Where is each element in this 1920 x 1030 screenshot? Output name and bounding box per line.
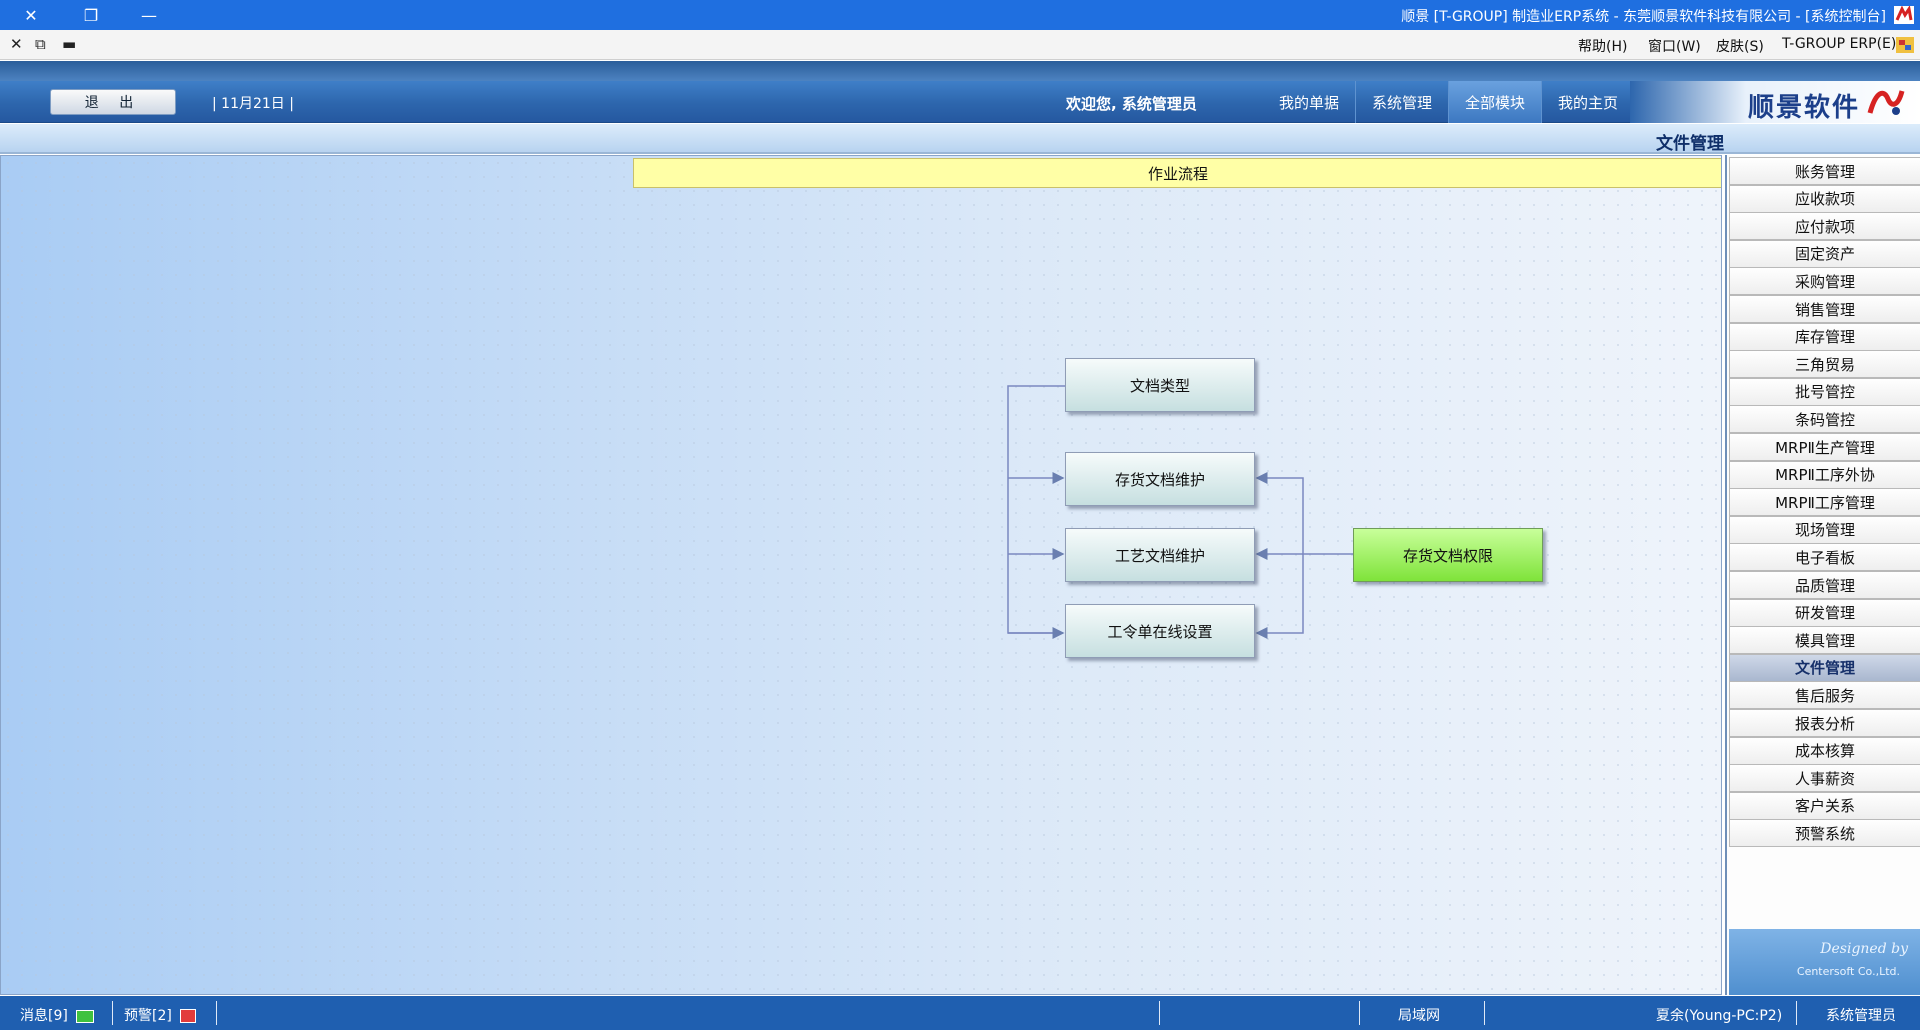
mdi-minimize-icon[interactable]: ▬ bbox=[62, 35, 76, 53]
menu-help[interactable]: 帮助(H) bbox=[1578, 36, 1627, 56]
date-value: 11月21日 bbox=[221, 96, 285, 112]
module-menu-item[interactable]: 现场管理 bbox=[1729, 515, 1920, 544]
node-stock-doc-permission[interactable]: 存货文档权限 bbox=[1353, 528, 1543, 582]
tab-all-modules[interactable]: 全部模块 bbox=[1449, 81, 1542, 123]
menu-bar: ✕ ⧉ ▬ 帮助(H) 窗口(W) 皮肤(S) T-GROUP ERP(E) bbox=[0, 30, 1920, 60]
module-menu-item[interactable]: 客户关系 bbox=[1729, 791, 1920, 820]
user-status: 系统管理员 bbox=[1826, 1008, 1896, 1024]
module-menu-item[interactable]: 售后服务 bbox=[1729, 681, 1920, 710]
status-separator bbox=[1796, 1001, 1797, 1025]
menu-skin[interactable]: 皮肤(S) bbox=[1716, 36, 1764, 56]
node-stock-doc-maintenance[interactable]: 存货文档维护 bbox=[1065, 452, 1255, 506]
module-menu-item[interactable]: 研发管理 bbox=[1729, 598, 1920, 627]
brand-logo: 顺景软件 bbox=[1630, 81, 1920, 123]
module-menu-item[interactable]: 库存管理 bbox=[1729, 322, 1920, 351]
tab-system-management[interactable]: 系统管理 bbox=[1356, 81, 1449, 123]
module-menu-item[interactable]: 销售管理 bbox=[1729, 295, 1920, 323]
restore-window-icon[interactable]: ❐ bbox=[68, 0, 114, 30]
tab-my-homepage[interactable]: 我的主页 bbox=[1542, 81, 1635, 123]
section-title: 文件管理 bbox=[1656, 134, 1724, 154]
module-menu-item[interactable]: 采购管理 bbox=[1729, 267, 1920, 296]
status-separator bbox=[1484, 1001, 1485, 1025]
section-title-bar: 文件管理 bbox=[0, 124, 1920, 154]
workflow-canvas: 作业流程 文档类型 存货文档维护 工艺文档维护 工令单在线设置 存货文档权限 bbox=[0, 155, 1722, 995]
header-strip bbox=[0, 61, 1920, 81]
module-menu-item[interactable]: 批号管控 bbox=[1729, 377, 1920, 406]
alerts-text: 预警[2] bbox=[124, 1008, 172, 1024]
node-process-doc-maintenance[interactable]: 工艺文档维护 bbox=[1065, 528, 1255, 582]
title-bar: ✕ ❐ — 顺景 [T-GROUP] 制造业ERP系统 - 东莞顺景软件科技有限… bbox=[0, 0, 1920, 30]
alert-icon bbox=[180, 1009, 197, 1023]
tab-my-documents[interactable]: 我的单据 bbox=[1263, 81, 1356, 123]
designed-by-text: Designed by bbox=[1820, 941, 1908, 957]
brand-name: 顺景软件 bbox=[1747, 93, 1860, 123]
module-menu-item[interactable]: MRPⅡ生产管理 bbox=[1729, 433, 1920, 461]
welcome-text: 欢迎您, 系统管理员 bbox=[1066, 95, 1197, 113]
logout-button[interactable]: 退 出 bbox=[50, 89, 176, 115]
status-separator bbox=[1159, 1001, 1160, 1025]
messages-text: 消息[9] bbox=[20, 1008, 68, 1024]
status-separator bbox=[112, 1001, 113, 1025]
node-doc-type[interactable]: 文档类型 bbox=[1065, 358, 1255, 412]
mdi-close-icon[interactable]: ✕ bbox=[10, 35, 23, 53]
mdi-restore-icon[interactable]: ⧉ bbox=[35, 35, 46, 53]
designed-by-banner: Designed by Centersoft Co.,Ltd. bbox=[1729, 929, 1920, 995]
network-status: 局域网 bbox=[1398, 1008, 1440, 1024]
module-menu-item[interactable]: MRPⅡ工序管理 bbox=[1729, 488, 1920, 517]
machine-status: 夏余(Young-PC:P2) bbox=[1656, 1008, 1783, 1024]
status-separator bbox=[216, 1001, 217, 1025]
brand-mark-icon bbox=[1867, 90, 1905, 115]
company-name: Centersoft Co.,Ltd. bbox=[1796, 965, 1900, 978]
module-menu-item[interactable]: 固定资产 bbox=[1729, 239, 1920, 268]
envelope-icon bbox=[76, 1009, 95, 1023]
window-title: 顺景 [T-GROUP] 制造业ERP系统 - 东莞顺景软件科技有限公司 - [… bbox=[1401, 9, 1886, 25]
close-window-icon[interactable]: ✕ bbox=[8, 0, 54, 30]
module-menu-item[interactable]: 模具管理 bbox=[1729, 626, 1920, 655]
menu-window[interactable]: 窗口(W) bbox=[1648, 36, 1701, 56]
module-menu-item[interactable]: 三角贸易 bbox=[1729, 350, 1920, 379]
module-menu-item[interactable]: 账务管理 bbox=[1729, 157, 1920, 185]
module-menu: 账务管理 应收款项 应付款项 固定资产 采购管理 销售管理 库存管理 三角贸易 批号管控 条码管控… bbox=[1725, 155, 1920, 995]
node-workorder-online-setup[interactable]: 工令单在线设置 bbox=[1065, 604, 1255, 658]
app-logo-icon bbox=[1894, 6, 1914, 24]
module-menu-item[interactable]: 人事薪资 bbox=[1729, 764, 1920, 793]
alerts-status[interactable]: 预警[2] bbox=[124, 1005, 197, 1025]
module-menu-item[interactable]: MRPⅡ工序外协 bbox=[1729, 460, 1920, 489]
module-menu-item[interactable]: 成本核算 bbox=[1729, 736, 1920, 765]
status-bar: 消息[9] 预警[2] 局域网 夏余(Young-PC:P2) 系统管理员 bbox=[0, 996, 1920, 1030]
module-menu-item[interactable]: 应付款项 bbox=[1729, 212, 1920, 241]
status-separator bbox=[1359, 1001, 1360, 1025]
module-menu-item[interactable]: 报表分析 bbox=[1729, 709, 1920, 737]
module-menu-item[interactable]: 条码管控 bbox=[1729, 405, 1920, 434]
menu-tgroup-erp[interactable]: T-GROUP ERP(E) bbox=[1782, 36, 1896, 52]
messages-status[interactable]: 消息[9] bbox=[20, 1005, 95, 1025]
module-menu-item[interactable]: 应收款项 bbox=[1729, 184, 1920, 213]
erp-menu-icon bbox=[1896, 37, 1914, 53]
nav-bar: 退 出 | 11月21日 | 欢迎您, 系统管理员 我的单据 系统管理 全部模块… bbox=[0, 81, 1920, 123]
module-menu-item[interactable]: 预警系统 bbox=[1729, 819, 1920, 848]
module-menu-item[interactable]: 文件管理 bbox=[1729, 653, 1920, 682]
module-menu-item[interactable]: 电子看板 bbox=[1729, 543, 1920, 572]
module-menu-item[interactable]: 品质管理 bbox=[1729, 571, 1920, 599]
date-label: | 11月21日 | bbox=[212, 96, 294, 112]
minimize-window-icon[interactable]: — bbox=[126, 0, 172, 30]
